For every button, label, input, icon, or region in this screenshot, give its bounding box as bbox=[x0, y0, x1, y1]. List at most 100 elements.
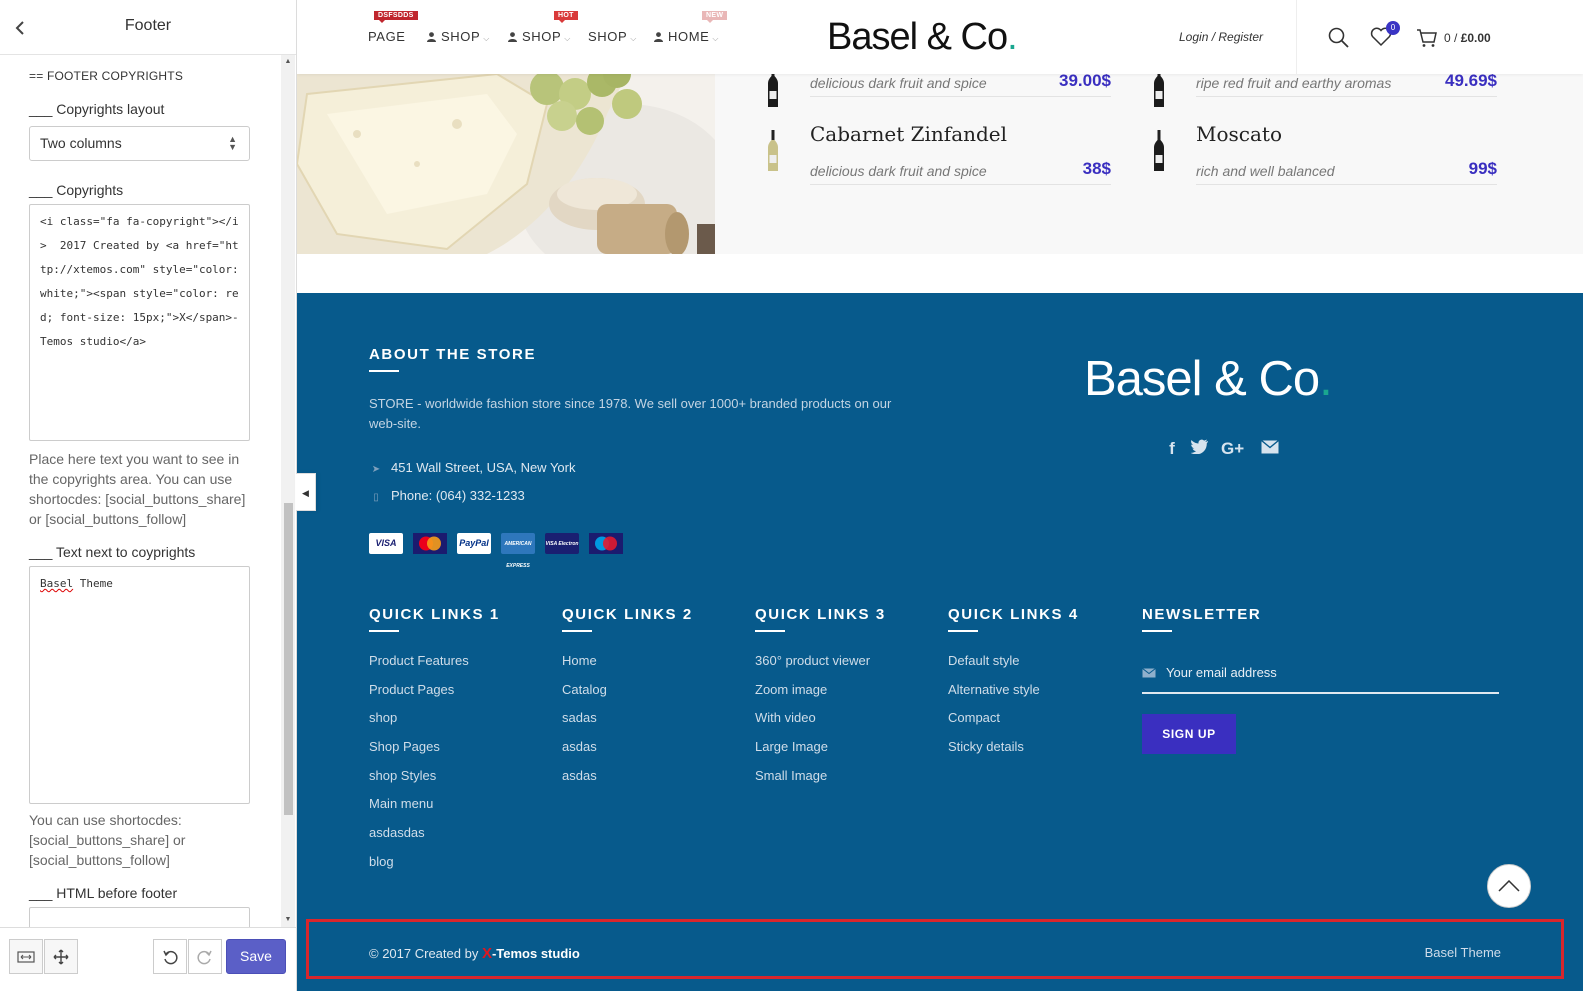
mobile-icon: ▯ bbox=[373, 492, 379, 503]
text-next-textarea[interactable]: Basel Theme bbox=[29, 566, 250, 804]
wine-name: Moscato bbox=[1196, 122, 1282, 146]
location-arrow-icon: ➤ bbox=[371, 464, 381, 475]
nav-label: SHOP bbox=[522, 29, 562, 44]
quick-link[interactable]: shop bbox=[369, 710, 469, 739]
facebook-icon[interactable]: f bbox=[1161, 439, 1183, 459]
chevron-up-icon bbox=[1498, 880, 1520, 892]
move-icon bbox=[53, 949, 69, 964]
sidebar-header: Footer bbox=[0, 0, 296, 55]
quick-link[interactable]: Main menu bbox=[369, 796, 469, 825]
nav-item-5[interactable]: HOME ⌵ bbox=[654, 29, 719, 44]
quick-link[interactable]: With video bbox=[755, 710, 870, 739]
nav-item-2[interactable]: SHOP ⌵ bbox=[427, 29, 490, 44]
save-button[interactable]: Save bbox=[226, 939, 286, 974]
logo-text: Basel & Co bbox=[827, 16, 1008, 58]
wine-description: delicious dark fruit and spice bbox=[810, 163, 987, 179]
social-glyph: G+ bbox=[1221, 439, 1245, 458]
search-icon[interactable] bbox=[1328, 27, 1349, 53]
quick-link[interactable]: Sticky details bbox=[948, 739, 1040, 768]
copyright-text: © 2017 Created by X-Temos studio bbox=[369, 945, 580, 962]
wine-price: 49.69$ bbox=[1445, 71, 1497, 90]
customizer-sidebar: Footer == FOOTER COPYRIGHTS ___ Copyrigh… bbox=[0, 0, 297, 991]
copyright-brand-link[interactable]: -Temos studio bbox=[492, 946, 580, 961]
nav-item-1[interactable]: PAGE bbox=[368, 29, 406, 44]
wine-price: 38$ bbox=[1082, 159, 1111, 178]
header-logo[interactable]: Basel & Co. bbox=[827, 16, 1018, 59]
quick-link[interactable]: Alternative style bbox=[948, 682, 1040, 711]
twitter-icon[interactable] bbox=[1189, 439, 1211, 459]
payment-card-icon: VISA Electron bbox=[545, 533, 579, 554]
scroll-down-icon[interactable]: ▼ bbox=[281, 913, 295, 927]
nav-badge: HOT bbox=[554, 11, 578, 23]
quick-link[interactable]: Product Features bbox=[369, 653, 469, 682]
quick-link[interactable]: Small Image bbox=[755, 768, 870, 797]
quick-link[interactable]: Compact bbox=[948, 710, 1040, 739]
nav-badge: DSFSDDS bbox=[374, 11, 418, 23]
cart-count: 0 / bbox=[1444, 31, 1458, 45]
quick-link[interactable]: Catalog bbox=[562, 682, 607, 711]
quick-link[interactable]: Large Image bbox=[755, 739, 870, 768]
caret-left-icon: ◀ bbox=[302, 488, 309, 498]
spellcheck-word: Basel bbox=[40, 577, 74, 590]
desktop-preview-button[interactable] bbox=[9, 939, 43, 974]
payment-card-label: VISA Electron bbox=[545, 541, 579, 547]
wine-price: 39.00$ bbox=[1059, 71, 1111, 90]
quick-link[interactable]: shop Styles bbox=[369, 768, 469, 797]
login-register-link[interactable]: Login / Register bbox=[1179, 30, 1263, 44]
html-before-footer-textarea[interactable] bbox=[29, 907, 250, 927]
newsletter-email-input[interactable]: Your email address bbox=[1142, 661, 1499, 694]
cart-icon[interactable] bbox=[1416, 28, 1438, 53]
scrollbar-thumb[interactable] bbox=[284, 503, 293, 815]
quick-link[interactable]: asdas bbox=[562, 768, 607, 797]
google-plus-icon[interactable]: G+ bbox=[1221, 439, 1245, 459]
cart-summary[interactable]: 0 / £0.00 bbox=[1444, 31, 1491, 45]
quick-link[interactable]: Zoom image bbox=[755, 682, 870, 711]
quick-link[interactable]: 360° product viewer bbox=[755, 653, 870, 682]
collapse-sidebar-button[interactable]: ◀ bbox=[296, 473, 316, 511]
phone: ▯ Phone: (064) 332-1233 bbox=[369, 488, 524, 503]
social-glyph: f bbox=[1169, 439, 1175, 458]
nav-label: SHOP bbox=[441, 29, 481, 44]
quick-link[interactable]: Product Pages bbox=[369, 682, 469, 711]
scroll-up-icon[interactable]: ▲ bbox=[281, 55, 295, 69]
quick-link[interactable]: Shop Pages bbox=[369, 739, 469, 768]
quick-link[interactable]: sadas bbox=[562, 710, 607, 739]
copyrights-help: Place here text you want to see in the c… bbox=[29, 451, 246, 527]
copyrights-area: © 2017 Created by X-Temos studio Basel T… bbox=[306, 919, 1564, 979]
address-text: 451 Wall Street, USA, New York bbox=[391, 460, 576, 475]
payment-card-icon: PayPal bbox=[457, 533, 491, 554]
nav-badge-text: NEW bbox=[706, 12, 724, 19]
cheese-grapes-image bbox=[297, 74, 715, 254]
sidebar-scrollbar[interactable]: ▲ ▼ bbox=[281, 55, 295, 927]
quick-links-column: Product Features Product Pages shop Shop Pa… bbox=[369, 653, 469, 883]
logo-dot: . bbox=[1007, 16, 1018, 58]
copyrights-layout-value: Two columns bbox=[40, 135, 122, 151]
wine-bottle-icon bbox=[767, 130, 779, 177]
section-heading: == FOOTER COPYRIGHTS bbox=[29, 69, 184, 83]
newsletter-heading: NEWSLETTER bbox=[1142, 606, 1262, 632]
sign-up-button[interactable]: SIGN UP bbox=[1142, 714, 1236, 754]
nav-badge-text: HOT bbox=[558, 12, 574, 19]
about-heading: ABOUT THE STORE bbox=[369, 346, 537, 372]
nav-item-4[interactable]: SHOP ⌵ bbox=[588, 29, 637, 44]
chevron-down-icon: ⌵ bbox=[483, 34, 490, 43]
copyrights-textarea[interactable]: <i class="fa fa-copyright"></i> 2017 Cre… bbox=[29, 204, 250, 441]
copyright-prefix: © 2017 Created by bbox=[369, 946, 482, 961]
undo-button[interactable] bbox=[153, 939, 187, 974]
redo-icon bbox=[197, 950, 212, 964]
redo-button[interactable] bbox=[188, 939, 222, 974]
quick-link[interactable]: Home bbox=[562, 653, 607, 682]
text-next-label: ___ Text next to coyprights bbox=[29, 544, 196, 560]
quick-link[interactable]: Default style bbox=[948, 653, 1040, 682]
quick-link[interactable]: blog bbox=[369, 854, 469, 883]
move-button[interactable] bbox=[44, 939, 78, 974]
copyrights-layout-select[interactable]: Two columns ▲ ▼ bbox=[29, 126, 250, 161]
user-icon bbox=[654, 30, 663, 42]
email-icon[interactable] bbox=[1259, 439, 1281, 459]
quick-link[interactable]: asdasdas bbox=[369, 825, 469, 854]
quick-link[interactable]: asdas bbox=[562, 739, 607, 768]
quick-links-heading: QUICK LINKS 2 bbox=[562, 606, 693, 632]
scroll-to-top-button[interactable] bbox=[1487, 864, 1531, 908]
cart-total: £0.00 bbox=[1460, 31, 1491, 45]
nav-item-3[interactable]: SHOP ⌵ bbox=[508, 29, 571, 44]
